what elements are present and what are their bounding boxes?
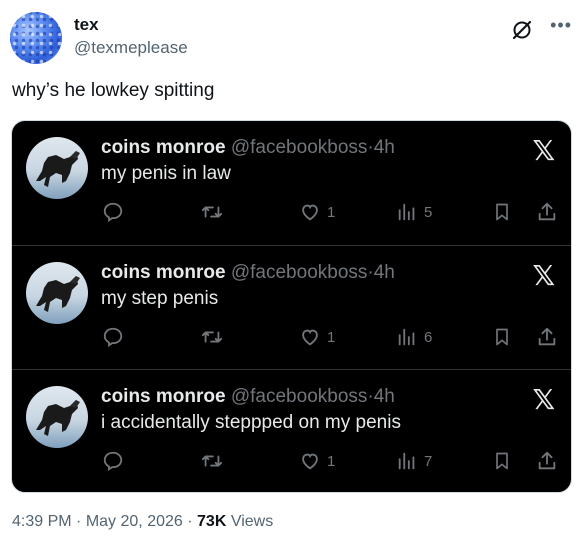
more-icon[interactable]: ••• — [550, 16, 572, 34]
quoted-author: coins monroe @facebookboss·4h — [101, 386, 395, 408]
share-button[interactable] — [536, 201, 558, 223]
repost-icon — [201, 455, 223, 467]
views-icon — [398, 328, 415, 346]
repost-icon — [201, 206, 223, 218]
like-count: 1 — [327, 328, 336, 346]
bookmark-button[interactable] — [492, 201, 512, 223]
quoted-author-handle[interactable]: @facebookboss — [231, 262, 368, 283]
bookmark-button[interactable] — [492, 326, 512, 348]
share-button[interactable] — [536, 450, 558, 472]
repost-icon — [201, 331, 223, 343]
heart-icon — [302, 453, 318, 470]
like-button[interactable]: 1 — [299, 201, 335, 223]
post-header: tex @texmeplease ••• — [10, 12, 572, 64]
bookmark-icon — [496, 203, 508, 221]
quoted-text: i accidentally steppped on my penis — [101, 412, 401, 433]
reply-button[interactable] — [102, 326, 124, 348]
x-logo-icon: 𝕏 — [532, 259, 555, 292]
quoted-time[interactable]: 4h — [374, 262, 395, 283]
quoted-text: my penis in law — [101, 163, 231, 184]
grok-icon[interactable] — [510, 18, 534, 42]
avatar[interactable] — [10, 12, 62, 64]
views-count: 73K — [197, 513, 227, 530]
reply-icon — [103, 451, 123, 471]
action-bar: 1 6 — [12, 326, 571, 352]
views-button[interactable]: 7 — [396, 450, 432, 472]
share-icon — [538, 451, 556, 470]
quoted-post: coins monroe @facebookboss·4h i accident… — [12, 369, 571, 492]
quoted-author: coins monroe @facebookboss·4h — [101, 262, 395, 284]
bookmark-icon — [496, 452, 508, 470]
quoted-time[interactable]: 4h — [374, 386, 395, 407]
share-icon — [538, 327, 556, 346]
avatar — [26, 262, 88, 324]
post-time[interactable]: 4:39 PM — [12, 513, 72, 530]
quoted-author-name[interactable]: coins monroe — [101, 386, 226, 407]
quoted-post: coins monroe @facebookboss·4h my penis i… — [12, 121, 571, 245]
like-count: 1 — [327, 203, 336, 221]
quoted-screenshot[interactable]: coins monroe @facebookboss·4h my penis i… — [11, 120, 572, 493]
views-label: Views — [230, 513, 274, 530]
quoted-post: coins monroe @facebookboss·4h my step pe… — [12, 245, 571, 369]
quoted-author-name[interactable]: coins monroe — [101, 262, 226, 283]
like-button[interactable]: 1 — [299, 326, 335, 348]
views-button[interactable]: 5 — [396, 201, 432, 223]
quoted-author-name[interactable]: coins monroe — [101, 137, 226, 158]
views-count: 5 — [424, 203, 433, 221]
views-button[interactable]: 6 — [396, 326, 432, 348]
author-name[interactable]: tex — [74, 15, 99, 35]
avatar — [26, 137, 88, 199]
action-bar: 1 7 — [12, 450, 571, 476]
share-icon — [538, 202, 556, 221]
bookmark-button[interactable] — [492, 450, 512, 472]
heart-icon — [302, 329, 318, 346]
avatar — [26, 386, 88, 448]
share-button[interactable] — [536, 326, 558, 348]
like-button[interactable]: 1 — [299, 450, 335, 472]
views-count: 6 — [424, 328, 433, 346]
post-meta: 4:39 PM · May 20, 2026 · 73K Views — [12, 513, 273, 531]
views-icon — [398, 203, 415, 221]
separator: · — [187, 513, 193, 530]
post-date[interactable]: May 20, 2026 — [86, 513, 183, 530]
quoted-time[interactable]: 4h — [374, 137, 395, 158]
repost-button[interactable] — [200, 450, 224, 472]
like-count: 1 — [327, 452, 336, 470]
reply-button[interactable] — [102, 201, 124, 223]
reply-button[interactable] — [102, 450, 124, 472]
repost-button[interactable] — [200, 201, 224, 223]
reply-icon — [103, 202, 123, 222]
quoted-text: my step penis — [101, 288, 219, 309]
separator: · — [76, 513, 82, 530]
quoted-author-handle[interactable]: @facebookboss — [231, 137, 368, 158]
views-count: 7 — [424, 452, 433, 470]
views-icon — [398, 452, 415, 470]
x-logo-icon: 𝕏 — [532, 134, 555, 167]
post-text: why’s he lowkey spitting — [12, 80, 215, 101]
heart-icon — [302, 204, 318, 221]
quoted-author: coins monroe @facebookboss·4h — [101, 137, 395, 159]
reply-icon — [103, 327, 123, 347]
author-handle[interactable]: @texmeplease — [74, 38, 188, 58]
repost-button[interactable] — [200, 326, 224, 348]
quoted-author-handle[interactable]: @facebookboss — [231, 386, 368, 407]
bookmark-icon — [496, 328, 508, 346]
action-bar: 1 5 — [12, 201, 571, 227]
x-logo-icon: 𝕏 — [532, 383, 555, 416]
